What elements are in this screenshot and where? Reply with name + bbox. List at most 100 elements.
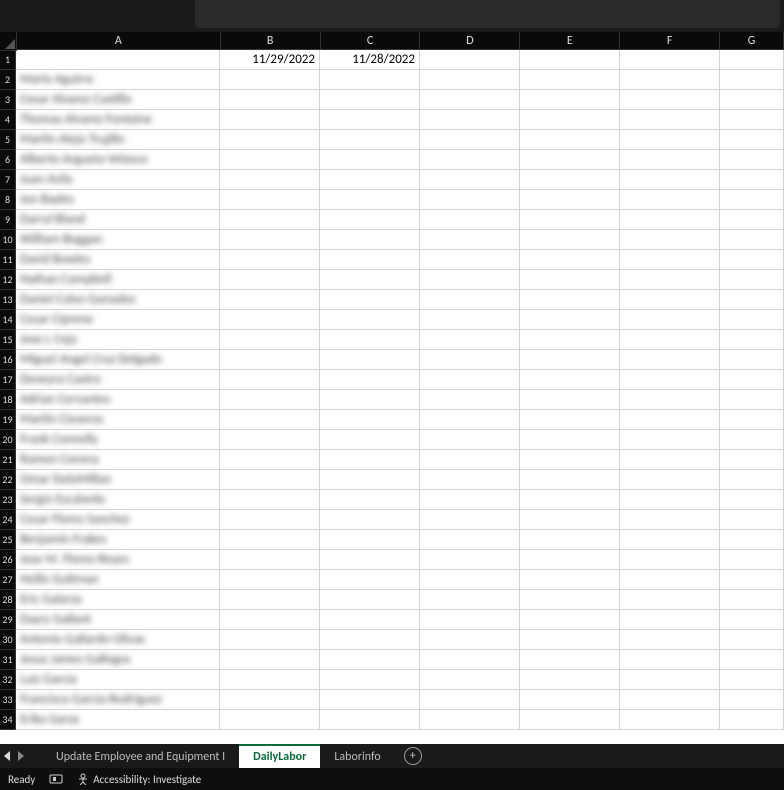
cell-G12[interactable] (720, 270, 784, 290)
cell-G30[interactable] (720, 630, 784, 650)
cell-A17[interactable]: Deneyra Castro (16, 370, 220, 390)
cell-B19[interactable] (220, 410, 320, 430)
formula-bar-panel[interactable] (195, 0, 780, 28)
row-header[interactable]: 10 (0, 230, 16, 250)
row-header[interactable]: 19 (0, 410, 16, 430)
cell-A11[interactable]: David Bowles (16, 250, 220, 270)
cell-E26[interactable] (520, 550, 620, 570)
cell-F19[interactable] (620, 410, 720, 430)
cell-C19[interactable] (320, 410, 420, 430)
cell-F32[interactable] (620, 670, 720, 690)
row-header[interactable]: 13 (0, 290, 16, 310)
row-header[interactable]: 30 (0, 630, 16, 650)
cell-B34[interactable] (220, 710, 320, 730)
cell-B7[interactable] (220, 170, 320, 190)
cell-E9[interactable] (520, 210, 620, 230)
cell-B14[interactable] (220, 310, 320, 330)
cell-F26[interactable] (620, 550, 720, 570)
cell-A14[interactable]: Cesar Ciprene (16, 310, 220, 330)
cell-C23[interactable] (320, 490, 420, 510)
cell-E11[interactable] (520, 250, 620, 270)
row-header[interactable]: 27 (0, 570, 16, 590)
row-header[interactable]: 11 (0, 250, 16, 270)
cell-B13[interactable] (220, 290, 320, 310)
cell-D12[interactable] (420, 270, 520, 290)
row-header[interactable]: 20 (0, 430, 16, 450)
cell-G33[interactable] (720, 690, 784, 710)
sheet-tab-update-employee[interactable]: Update Employee and Equipment I (42, 744, 239, 768)
cell-F30[interactable] (620, 630, 720, 650)
cell-B18[interactable] (220, 390, 320, 410)
cell-C18[interactable] (320, 390, 420, 410)
cell-F3[interactable] (620, 90, 720, 110)
col-header-D[interactable]: D (420, 32, 520, 50)
cell-E25[interactable] (520, 530, 620, 550)
cell-B8[interactable] (220, 190, 320, 210)
cell-C9[interactable] (320, 210, 420, 230)
cell-G6[interactable] (720, 150, 784, 170)
cell-D5[interactable] (420, 130, 520, 150)
row-header[interactable]: 29 (0, 610, 16, 630)
cell-A1[interactable] (16, 50, 220, 70)
row-header[interactable]: 34 (0, 710, 16, 730)
cell-A33[interactable]: Francisco Garcia-Rodriguez (16, 690, 220, 710)
row-header[interactable]: 21 (0, 450, 16, 470)
cell-B15[interactable] (220, 330, 320, 350)
cell-C7[interactable] (320, 170, 420, 190)
cell-F11[interactable] (620, 250, 720, 270)
cell-A32[interactable]: Luis Garcia (16, 670, 220, 690)
cell-E3[interactable] (520, 90, 620, 110)
cell-D4[interactable] (420, 110, 520, 130)
cell-G34[interactable] (720, 710, 784, 730)
cell-C8[interactable] (320, 190, 420, 210)
cell-A19[interactable]: Martin Cisneros (16, 410, 220, 430)
cell-C12[interactable] (320, 270, 420, 290)
cell-E29[interactable] (520, 610, 620, 630)
col-header-F[interactable]: F (620, 32, 720, 50)
cell-D28[interactable] (420, 590, 520, 610)
cell-A28[interactable]: Eric Galarza (16, 590, 220, 610)
cell-B32[interactable] (220, 670, 320, 690)
row-header[interactable]: 28 (0, 590, 16, 610)
cell-B30[interactable] (220, 630, 320, 650)
row-header[interactable]: 14 (0, 310, 16, 330)
cell-B31[interactable] (220, 650, 320, 670)
cell-A5[interactable]: Martin Alejo Trujillo (16, 130, 220, 150)
cell-E22[interactable] (520, 470, 620, 490)
cell-D14[interactable] (420, 310, 520, 330)
cell-C17[interactable] (320, 370, 420, 390)
cell-F24[interactable] (620, 510, 720, 530)
cell-G31[interactable] (720, 650, 784, 670)
sheet-tab-dailylabor[interactable]: DailyLabor (239, 744, 320, 768)
row-header[interactable]: 24 (0, 510, 16, 530)
cell-F15[interactable] (620, 330, 720, 350)
cell-A23[interactable]: Sergio Escalante (16, 490, 220, 510)
cell-F1[interactable] (620, 50, 720, 70)
cell-D34[interactable] (420, 710, 520, 730)
cell-C21[interactable] (320, 450, 420, 470)
row-header[interactable]: 32 (0, 670, 16, 690)
cell-D30[interactable] (420, 630, 520, 650)
row-header[interactable]: 25 (0, 530, 16, 550)
cell-F25[interactable] (620, 530, 720, 550)
cell-F7[interactable] (620, 170, 720, 190)
row-header[interactable]: 4 (0, 110, 16, 130)
cell-D8[interactable] (420, 190, 520, 210)
cell-A29[interactable]: Dayry Gallant (16, 610, 220, 630)
cell-G5[interactable] (720, 130, 784, 150)
add-sheet-button[interactable]: + (395, 744, 431, 768)
cell-B17[interactable] (220, 370, 320, 390)
cell-F23[interactable] (620, 490, 720, 510)
cell-E2[interactable] (520, 70, 620, 90)
cell-B23[interactable] (220, 490, 320, 510)
cell-D31[interactable] (420, 650, 520, 670)
cell-C1[interactable]: 11/28/2022 (320, 50, 420, 70)
cell-A2[interactable]: Mario Aguirre (16, 70, 220, 90)
cell-C22[interactable] (320, 470, 420, 490)
cell-G21[interactable] (720, 450, 784, 470)
cell-D32[interactable] (420, 670, 520, 690)
col-header-C[interactable]: C (321, 32, 421, 50)
cell-E12[interactable] (520, 270, 620, 290)
cell-E20[interactable] (520, 430, 620, 450)
cell-E14[interactable] (520, 310, 620, 330)
